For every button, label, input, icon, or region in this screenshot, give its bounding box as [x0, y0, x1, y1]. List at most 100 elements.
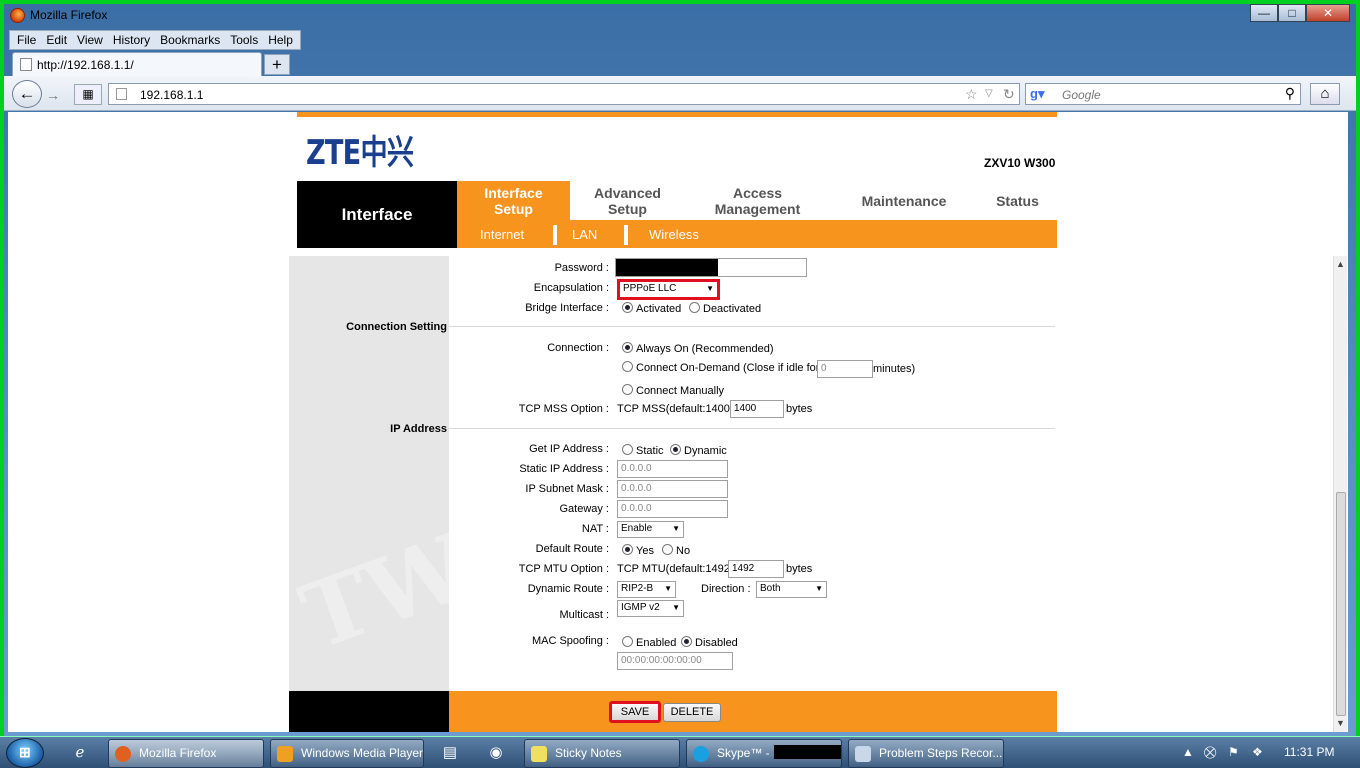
main-tabs: Interface Setup Advanced Setup Access Manag… [457, 181, 1057, 220]
chrome-icon[interactable]: ◉ [478, 741, 514, 767]
title-bar: Mozilla Firefox — □ ✕ [4, 4, 1356, 28]
explorer-folder-icon[interactable]: ▤ [432, 741, 468, 767]
multicast-label: Multicast : [559, 609, 609, 621]
radio-icon [662, 544, 673, 555]
subtab-wireless[interactable]: Wireless [649, 227, 699, 242]
minimize-button[interactable]: — [1250, 4, 1278, 22]
network-icon[interactable]: ⛒ [1204, 745, 1216, 760]
scrollbar-thumb[interactable] [1336, 492, 1346, 716]
reload-icon[interactable]: ↻ [1003, 86, 1015, 103]
taskbar-item-media-player[interactable]: Windows Media Player [270, 739, 424, 768]
menu-file[interactable]: File [12, 31, 41, 49]
scroll-up-icon[interactable]: ▲ [1336, 259, 1345, 269]
tcp-mtu-label: TCP MTU Option : [518, 563, 609, 575]
search-icon[interactable]: ⚲ [1285, 85, 1295, 102]
page-scrollbar[interactable]: ▲ ▼ [1333, 256, 1347, 732]
steps-recorder-icon [855, 746, 871, 762]
taskbar-item-sticky-notes[interactable]: Sticky Notes [524, 739, 680, 768]
tcp-mtu-input[interactable]: 1492 [728, 560, 784, 578]
browser-tab[interactable]: http://192.168.1.1/ [12, 52, 262, 76]
clock[interactable]: 11:31 PM [1284, 745, 1334, 759]
menu-edit[interactable]: Edit [41, 31, 72, 49]
encapsulation-value: PPPoE LLC [623, 283, 677, 294]
default-route-no-radio[interactable]: No [662, 544, 690, 557]
home-button[interactable]: ⌂ [1310, 83, 1340, 105]
direction-value: Both [760, 583, 781, 594]
conn-manual-radio[interactable]: Connect Manually [622, 384, 724, 397]
get-ip-dynamic-radio[interactable]: Dynamic [670, 444, 727, 457]
tab-maintenance[interactable]: Maintenance [830, 181, 978, 220]
start-button[interactable]: ⊞ [6, 738, 44, 768]
menu-help[interactable]: Help [263, 31, 298, 49]
dropbox-icon[interactable]: ❖ [1252, 745, 1263, 759]
gateway-label: Gateway : [559, 503, 609, 515]
navigation-toolbar: ← → ▦ 192.168.1.1 ☆ ▽ ↻ g▾ Google ⚲ ⌂ [4, 76, 1356, 111]
radio-icon [622, 342, 633, 353]
internet-explorer-icon[interactable]: ℯ [62, 741, 98, 767]
dynamic-route-label: Dynamic Route : [527, 583, 609, 595]
subtab-internet[interactable]: Internet [480, 227, 524, 242]
tab-status[interactable]: Status [978, 181, 1057, 220]
menu-view[interactable]: View [72, 31, 108, 49]
menu-tools[interactable]: Tools [225, 31, 263, 49]
bookmark-star-icon[interactable]: ☆ [965, 86, 978, 103]
taskbar: ⊞ ℯ Mozilla Firefox Windows Media Player… [0, 736, 1360, 768]
multicast-select[interactable]: IGMP v2 ▼ [617, 600, 684, 617]
mac-enabled-radio[interactable]: Enabled [622, 636, 676, 649]
close-button[interactable]: ✕ [1306, 4, 1350, 22]
radio-icon [689, 302, 700, 313]
search-bar[interactable]: g▾ Google ⚲ [1025, 83, 1301, 105]
flag-icon[interactable]: ⚑ [1228, 745, 1239, 759]
default-route-yes-radio[interactable]: Yes [622, 544, 654, 557]
mac-address-input[interactable]: 00:00:00:00:00:00 [617, 652, 733, 670]
bridge-deactivated-radio[interactable]: Deactivated [689, 302, 761, 315]
delete-button[interactable]: DELETE [663, 703, 721, 722]
static-ip-input[interactable]: 0.0.0.0 [617, 460, 728, 478]
tab-access-management[interactable]: Access Management [685, 181, 830, 220]
gateway-input[interactable]: 0.0.0.0 [617, 500, 728, 518]
sticky-notes-icon [531, 746, 547, 762]
subnet-mask-input[interactable]: 0.0.0.0 [617, 480, 728, 498]
url-bar[interactable]: 192.168.1.1 ☆ ▽ ↻ [108, 83, 1020, 105]
scroll-down-icon[interactable]: ▼ [1336, 718, 1345, 728]
new-tab-button[interactable]: + [264, 54, 290, 75]
dynamic-route-select[interactable]: RIP2-B ▼ [617, 581, 676, 598]
minutes-label: minutes) [873, 363, 916, 375]
taskbar-item-skype[interactable]: Skype™ - [686, 739, 842, 768]
menu-bookmarks[interactable]: Bookmarks [155, 31, 225, 49]
taskbar-item-firefox[interactable]: Mozilla Firefox [108, 739, 264, 768]
tcp-mss-text: TCP MSS(default:1400) [617, 403, 734, 415]
footer-bar: SAVE DELETE www.networ [449, 691, 1218, 732]
encapsulation-select[interactable]: PPPoE LLC ▼ [617, 279, 720, 300]
direction-select[interactable]: Both ▼ [756, 581, 827, 598]
menu-history[interactable]: History [108, 31, 155, 49]
subtab-lan[interactable]: LAN [572, 227, 597, 242]
conn-always-on-radio[interactable]: Always On (Recommended) [622, 342, 774, 355]
history-dropdown-icon[interactable]: ▽ [985, 88, 993, 99]
tab-title: http://192.168.1.1/ [37, 58, 134, 72]
search-placeholder: Google [1062, 88, 1101, 102]
mac-disabled-radio[interactable]: Disabled [681, 636, 738, 649]
maximize-button[interactable]: □ [1278, 4, 1306, 22]
subtab-separator [624, 225, 628, 245]
bridge-activated-radio[interactable]: Activated [622, 302, 681, 315]
save-button[interactable]: SAVE [609, 701, 661, 723]
subnet-mask-label: IP Subnet Mask : [525, 483, 609, 495]
nat-select[interactable]: Enable ▼ [617, 521, 684, 538]
show-hidden-icons[interactable]: ▲ [1182, 745, 1194, 759]
forward-button[interactable]: → [42, 85, 64, 105]
tab-interface-setup[interactable]: Interface Setup [457, 181, 570, 220]
conn-on-demand-radio[interactable]: Connect On-Demand (Close if idle for [622, 361, 819, 374]
site-identity-icon[interactable]: ▦ [74, 84, 102, 105]
back-button[interactable]: ← [12, 80, 42, 108]
footer-left-block [289, 691, 449, 732]
tab-advanced-setup[interactable]: Advanced Setup [570, 181, 685, 220]
get-ip-static-radio[interactable]: Static [622, 444, 664, 457]
tcp-mss-input[interactable]: 1400 [730, 400, 784, 418]
firefox-icon [115, 746, 131, 762]
page-icon [116, 88, 127, 100]
password-field[interactable] [615, 258, 807, 277]
google-icon[interactable]: g▾ [1030, 86, 1044, 102]
idle-minutes-input[interactable]: 0 [817, 360, 873, 378]
taskbar-item-steps-recorder[interactable]: Problem Steps Recor... [848, 739, 1004, 768]
